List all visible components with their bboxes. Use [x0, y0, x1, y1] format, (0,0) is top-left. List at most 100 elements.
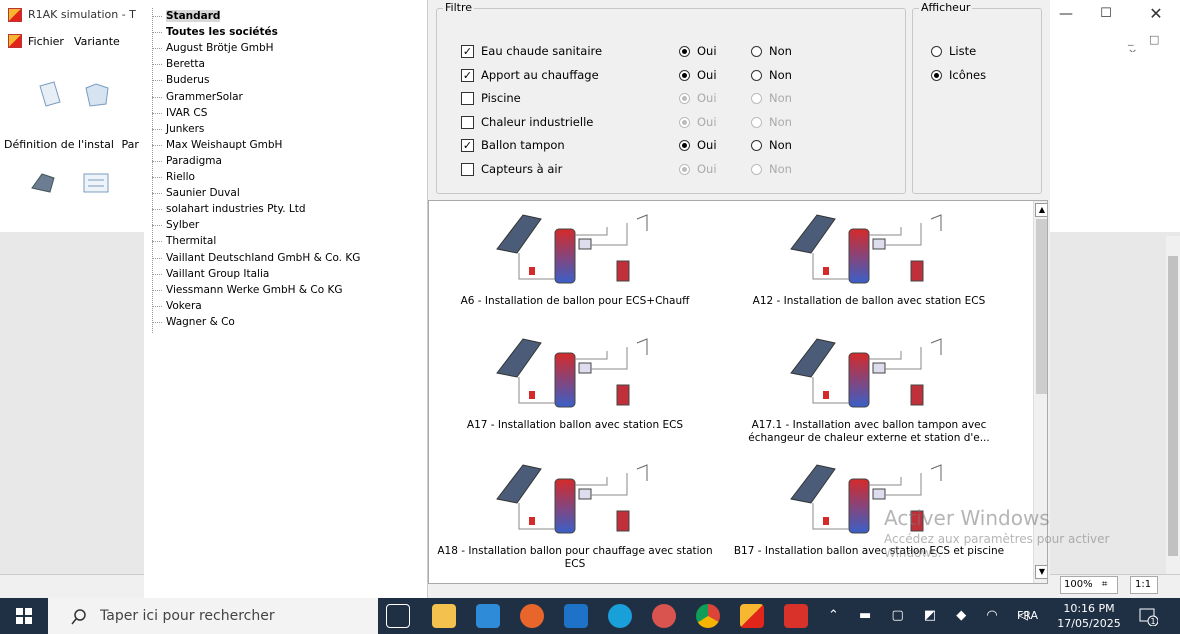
filter-label: Capteurs à air — [481, 162, 563, 176]
calculator-icon[interactable] — [476, 604, 500, 628]
file-explorer-icon[interactable] — [432, 604, 456, 628]
tree-item[interactable]: Standard — [152, 10, 221, 23]
installation-thumbnail[interactable]: A6 - Installation de ballon pour ECS+Cha… — [435, 205, 715, 325]
schema-icon[interactable] — [80, 168, 112, 198]
filter-row: Piscine Oui Non — [461, 90, 801, 108]
security-app-icon[interactable] — [652, 604, 676, 628]
radio-non[interactable] — [751, 116, 762, 128]
radio-oui[interactable] — [679, 164, 690, 175]
filter-row: ✓ Ballon tampon Oui Non — [461, 137, 801, 155]
tree-item[interactable]: August Brötje GmbH — [152, 42, 274, 55]
radio-liste[interactable] — [931, 46, 942, 57]
acrobat-icon[interactable] — [784, 604, 808, 628]
installation-thumbnail[interactable]: A12 - Installation de ballon avec statio… — [729, 205, 1009, 325]
input-language[interactable]: FRA — [1017, 609, 1038, 622]
tree-item[interactable]: Saunier Duval — [152, 187, 240, 200]
edge-icon[interactable] — [608, 604, 632, 628]
radio-non[interactable] — [751, 164, 762, 175]
taskbar-search[interactable]: Taper ici pour rechercher — [48, 598, 378, 634]
filter-label: Piscine — [481, 91, 521, 106]
radio-non[interactable] — [751, 93, 762, 105]
filter-checkbox[interactable] — [461, 163, 474, 176]
tree-item[interactable]: Max Weishaupt GmbH — [152, 139, 282, 152]
filter-checkbox[interactable] — [461, 115, 474, 129]
tree-item[interactable]: Toutes les sociétés — [152, 26, 278, 39]
tree-item[interactable]: GrammerSolar — [152, 91, 243, 104]
installation-caption: A6 - Installation de ballon pour ECS+Cha… — [460, 295, 690, 307]
task-view-icon[interactable] — [386, 604, 410, 628]
installation-thumbnail[interactable]: A18 - Installation ballon pour chauffage… — [435, 455, 715, 575]
tree-item[interactable]: Vokera — [152, 300, 202, 313]
filter-checkbox[interactable]: ✓ — [461, 139, 474, 153]
tree-item[interactable]: IVAR CS — [152, 107, 207, 120]
radio-oui[interactable] — [679, 46, 690, 57]
radio-non[interactable] — [751, 140, 762, 152]
tree-item[interactable]: Thermital — [152, 235, 216, 248]
oui-label: Oui — [697, 67, 717, 82]
tree-item[interactable]: Riello — [152, 171, 195, 184]
radio-oui[interactable] — [679, 93, 690, 105]
taskbar: Taper ici pour rechercher ⌃ ▬ ▢ ◩ ◆ ◠ ◁ … — [0, 598, 1180, 634]
close-button[interactable]: ✕ — [1146, 4, 1166, 24]
clock[interactable]: 10:16 PM 17/05/2025 — [1056, 601, 1122, 631]
installation-thumbnail[interactable]: A17.1 - Installation avec ballon tampon … — [729, 329, 1009, 449]
non-label: Non — [769, 67, 792, 82]
system-tray-icons[interactable]: ⌃ ▬ ▢ ◩ ◆ ◠ ◁ — [828, 608, 1036, 623]
windows-start-icon[interactable] — [0, 598, 48, 634]
radio-non[interactable] — [751, 69, 762, 81]
filter-checkbox[interactable] — [461, 92, 474, 106]
new-document-icon[interactable] — [34, 80, 66, 110]
tree-item[interactable]: Buderus — [152, 74, 209, 87]
installation-icon[interactable] — [28, 168, 60, 198]
installation-caption: A17.1 - Installation avec ballon tampon … — [748, 419, 990, 444]
scroll-up-button[interactable]: ▲ — [1035, 203, 1047, 217]
tab-definition[interactable]: Définition de l'instal — [4, 138, 114, 151]
menu-variante[interactable]: Variante — [74, 35, 120, 48]
chrome-icon[interactable] — [696, 604, 720, 628]
filter-label: Apport au chauffage — [481, 67, 599, 82]
radio-icones[interactable] — [931, 70, 942, 81]
menu-fichier[interactable]: Fichier — [28, 35, 64, 48]
tab-par[interactable]: Par — [121, 138, 138, 151]
installation-schema-icon — [496, 338, 648, 408]
tree-item[interactable]: Sylber — [152, 219, 199, 232]
oui-label: Oui — [697, 138, 717, 153]
outlook-icon[interactable] — [564, 604, 588, 628]
filter-row: ✓ Apport au chauffage Oui Non — [461, 67, 801, 85]
radio-oui[interactable] — [679, 116, 690, 128]
zoom-level[interactable]: 100% ⌗ — [1060, 576, 1118, 594]
firefox-icon[interactable] — [520, 604, 544, 628]
radio-oui[interactable] — [679, 140, 690, 152]
tree-item[interactable]: Paradigma — [152, 155, 222, 168]
simulation-app-icon[interactable] — [740, 604, 764, 628]
tree-item[interactable]: Beretta — [152, 58, 205, 71]
workspace-scrollbar[interactable] — [1166, 236, 1180, 574]
scroll-down-button[interactable]: ▼ — [1035, 565, 1047, 579]
filter-checkbox[interactable]: ✓ — [461, 45, 474, 58]
installation-schema-icon — [790, 214, 942, 284]
tree-item[interactable]: Junkers — [152, 123, 204, 136]
filter-checkbox[interactable]: ✓ — [461, 68, 474, 82]
search-icon — [71, 609, 86, 625]
installation-thumbnail[interactable]: A17 - Installation ballon avec station E… — [435, 329, 715, 449]
oui-label: Oui — [697, 91, 717, 106]
tree-item[interactable]: Vaillant Deutschland GmbH & Co. KG — [152, 252, 360, 265]
maximize-button[interactable]: ☐ — [1096, 6, 1116, 24]
tree-item[interactable]: Vaillant Group Italia — [152, 268, 269, 281]
filter-label: Chaleur industrielle — [481, 114, 594, 129]
filtre-group: Filtre ✓ Eau chaude sanitaire Oui Non ✓ Appor… — [436, 1, 906, 194]
tree-item[interactable]: solahart industries Pty. Ltd — [152, 203, 306, 216]
tree-item[interactable]: Wagner & Co — [152, 316, 235, 329]
tree-item[interactable]: Viessmann Werke GmbH & Co KG — [152, 284, 343, 297]
radio-oui[interactable] — [679, 69, 690, 81]
minimize-button[interactable]: — — [1056, 6, 1076, 24]
ratio-button[interactable]: 1:1 — [1130, 576, 1158, 594]
open-folder-icon[interactable] — [82, 80, 114, 110]
non-label: Non — [769, 114, 792, 129]
installation-schema-icon — [496, 464, 648, 534]
activation-watermark-text: Accédez aux paramètres pour activer Wind… — [884, 532, 1110, 560]
radio-non[interactable] — [751, 46, 762, 57]
scroll-thumb[interactable] — [1036, 219, 1047, 394]
notification-icon[interactable]: 1 — [1138, 606, 1159, 627]
afficheur-legend: Afficheur — [919, 1, 973, 14]
